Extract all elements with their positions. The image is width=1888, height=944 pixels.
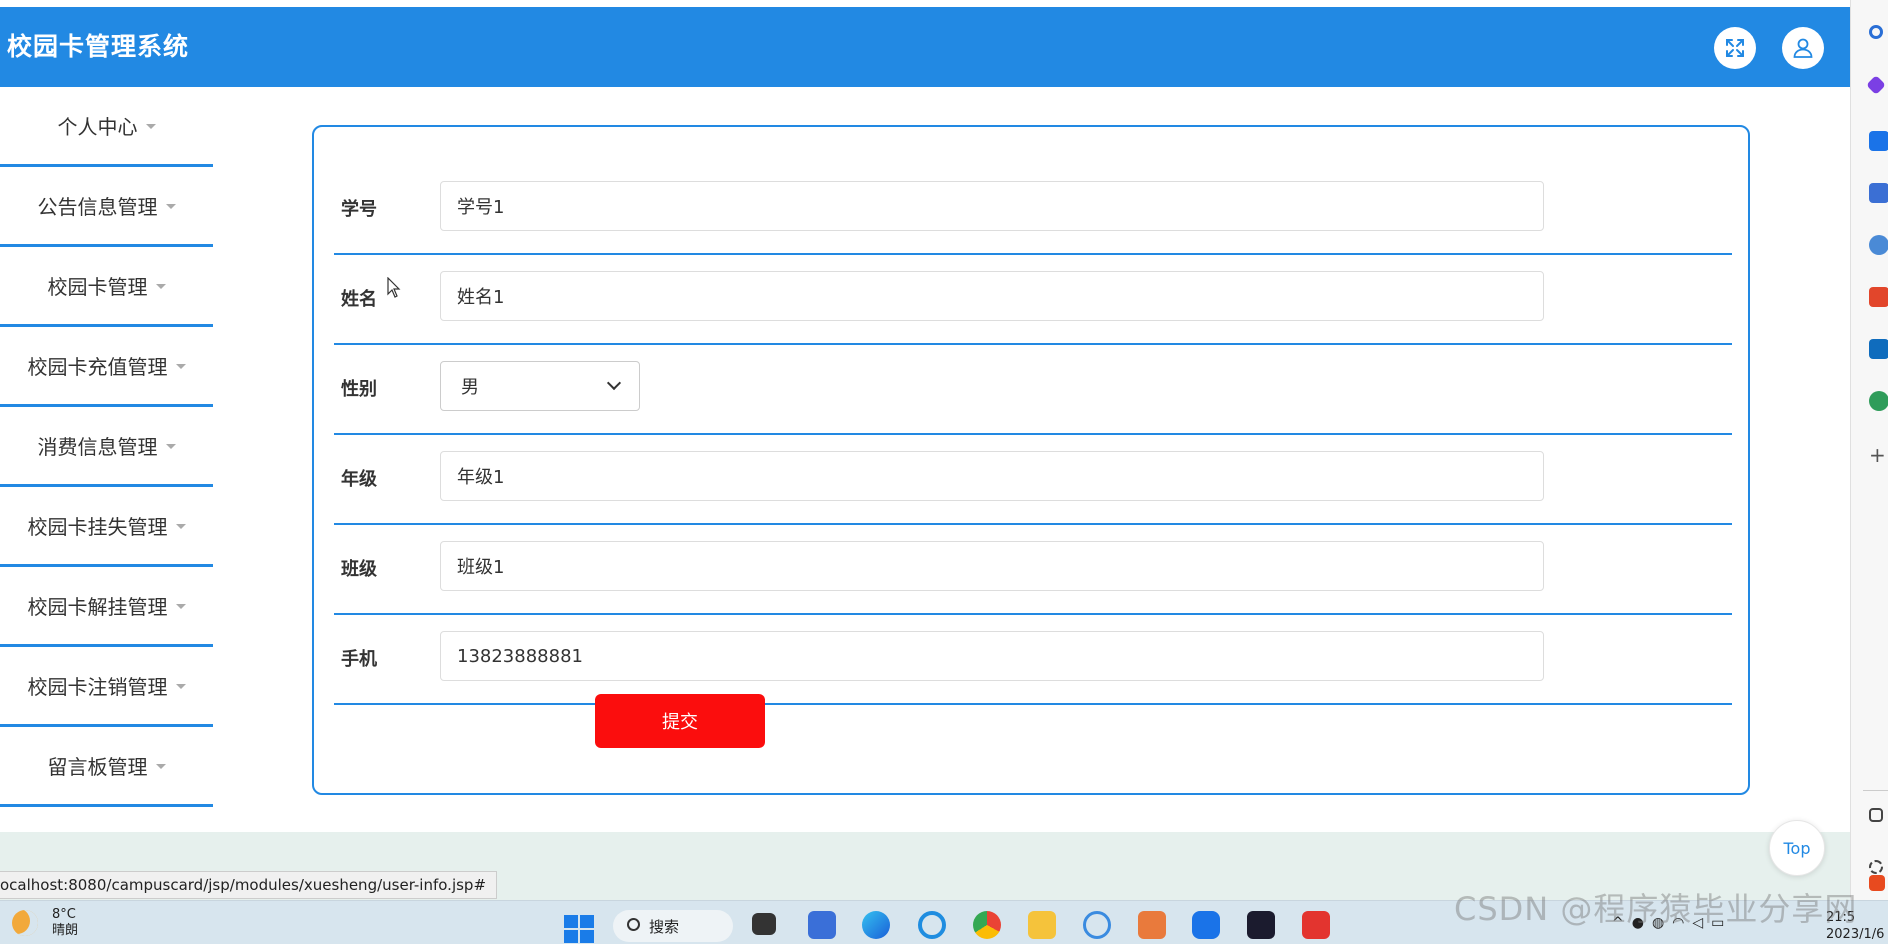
toolbox-icon[interactable] — [1869, 183, 1888, 203]
sidebar-item-cancel[interactable]: 校园卡注销管理 — [0, 647, 213, 727]
form-row-gender: 性别 男 — [334, 345, 1732, 435]
people-icon[interactable] — [1869, 235, 1888, 255]
student-id-input[interactable] — [440, 181, 1544, 231]
sidebar-item-personal-center[interactable]: 个人中心 — [0, 87, 213, 167]
gender-select[interactable]: 男 — [440, 361, 640, 411]
field-label: 性别 — [341, 379, 377, 400]
presentation-icon[interactable] — [1138, 911, 1166, 939]
pc-icon[interactable] — [808, 911, 836, 939]
edge-browser-icon[interactable] — [862, 911, 890, 939]
form-row-name: 姓名 — [334, 255, 1732, 345]
sidebar-item-message-board[interactable]: 留言板管理 — [0, 727, 213, 807]
class-input[interactable] — [440, 541, 1544, 591]
weather-widget[interactable]: 8°C 晴朗 — [12, 907, 78, 939]
grade-input[interactable] — [440, 451, 1544, 501]
weather-desc: 晴朗 — [52, 923, 79, 938]
user-icon — [1793, 38, 1813, 58]
caret-down-icon — [155, 764, 166, 769]
sidebar-item-label: 留言板管理 — [47, 755, 148, 779]
sidebar-item-campus-card[interactable]: 校园卡管理 — [0, 247, 213, 327]
tree-icon[interactable] — [1869, 391, 1888, 411]
outlook-icon[interactable] — [1869, 339, 1888, 359]
field-label: 年级 — [341, 469, 377, 490]
sidebar-item-label: 校园卡管理 — [47, 275, 148, 299]
caret-down-icon — [175, 524, 186, 529]
caret-down-icon — [145, 124, 156, 129]
taskbar-search-label: 搜索 — [649, 917, 680, 936]
app-window: 校园卡管理系统 个人中心 公告信息管理 校园卡管理 校园卡充值管理 消费信息管理… — [0, 0, 1850, 900]
gender-select-value: 男 — [461, 377, 479, 398]
submit-button[interactable]: 提交 — [595, 694, 765, 748]
field-label: 姓名 — [341, 289, 377, 310]
caret-down-icon — [175, 684, 186, 689]
phone-link-icon[interactable] — [1192, 911, 1220, 939]
sidebar-item-notice[interactable]: 公告信息管理 — [0, 167, 213, 247]
ie-browser-icon[interactable] — [918, 911, 946, 939]
fullscreen-button[interactable] — [1714, 27, 1756, 69]
sidebar-item-label: 校园卡注销管理 — [27, 675, 168, 699]
field-label: 手机 — [341, 649, 377, 670]
copilot-icon[interactable] — [1866, 75, 1886, 95]
caret-down-icon — [165, 204, 176, 209]
sidebar: 个人中心 公告信息管理 校园卡管理 校园卡充值管理 消费信息管理 校园卡挂失管理… — [0, 87, 213, 832]
wps-icon[interactable] — [1302, 911, 1330, 939]
app-icon[interactable] — [1083, 911, 1111, 939]
back-to-top-button[interactable]: Top — [1769, 820, 1825, 876]
weather-temp: 8°C — [52, 907, 76, 922]
sidebar-item-label: 校园卡挂失管理 — [27, 515, 168, 539]
sidebar-toggle-icon[interactable] — [1869, 808, 1883, 822]
sidebar-item-consumption[interactable]: 消费信息管理 — [0, 407, 213, 487]
sidebar-item-label: 校园卡充值管理 — [27, 355, 168, 379]
caret-down-icon — [165, 444, 176, 449]
status-url: ocalhost:8080/campuscard/jsp/modules/xue… — [0, 871, 498, 899]
mouse-cursor-icon — [387, 277, 401, 298]
settings-icon[interactable] — [1869, 860, 1883, 874]
user-button[interactable] — [1782, 27, 1824, 69]
csdn-icon[interactable] — [1869, 875, 1885, 891]
sidebar-item-label: 校园卡解挂管理 — [27, 595, 168, 619]
phone-input[interactable] — [440, 631, 1544, 681]
sidebar-item-label: 公告信息管理 — [37, 195, 158, 219]
watermark: CSDN @程序猿毕业分享网 — [1454, 890, 1858, 928]
expand-icon — [1726, 39, 1744, 57]
divider — [1863, 790, 1888, 791]
jetbrains-icon[interactable] — [1247, 911, 1275, 939]
sidebar-item-report-loss[interactable]: 校园卡挂失管理 — [0, 487, 213, 567]
folder-icon[interactable] — [1028, 911, 1056, 939]
form-row-class: 班级 — [334, 525, 1732, 615]
user-info-form: 学号 姓名 性别 男 年级 班级 手机 提交 — [312, 125, 1750, 795]
caret-down-icon — [175, 604, 186, 609]
windows-start-icon[interactable] — [564, 915, 594, 943]
task-view-icon[interactable] — [752, 913, 776, 935]
app-title: 校园卡管理系统 — [7, 32, 190, 61]
form-row-grade: 年级 — [334, 435, 1732, 525]
chevron-down-icon — [606, 375, 622, 391]
add-icon[interactable]: + — [1869, 445, 1888, 465]
sidebar-item-recharge[interactable]: 校园卡充值管理 — [0, 327, 213, 407]
sidebar-item-label: 个人中心 — [57, 115, 138, 139]
name-input[interactable] — [440, 271, 1544, 321]
moon-icon — [12, 910, 38, 936]
search-icon — [627, 918, 640, 931]
form-row-student-id: 学号 — [334, 165, 1732, 255]
tag-icon[interactable] — [1869, 131, 1888, 151]
taskbar-search[interactable]: 搜索 — [613, 910, 733, 942]
caret-down-icon — [155, 284, 166, 289]
sidebar-item-unfreeze[interactable]: 校园卡解挂管理 — [0, 567, 213, 647]
office-icon[interactable] — [1869, 287, 1888, 307]
top-bar: 校园卡管理系统 — [0, 7, 1850, 87]
caret-down-icon — [175, 364, 186, 369]
sidebar-item-label: 消费信息管理 — [37, 435, 158, 459]
form-row-phone: 手机 — [334, 615, 1732, 705]
field-label: 班级 — [341, 559, 377, 580]
search-icon[interactable] — [1869, 25, 1883, 39]
field-label: 学号 — [341, 199, 377, 220]
chrome-icon[interactable] — [973, 911, 1001, 939]
browser-side-panel: + — [1850, 0, 1888, 900]
